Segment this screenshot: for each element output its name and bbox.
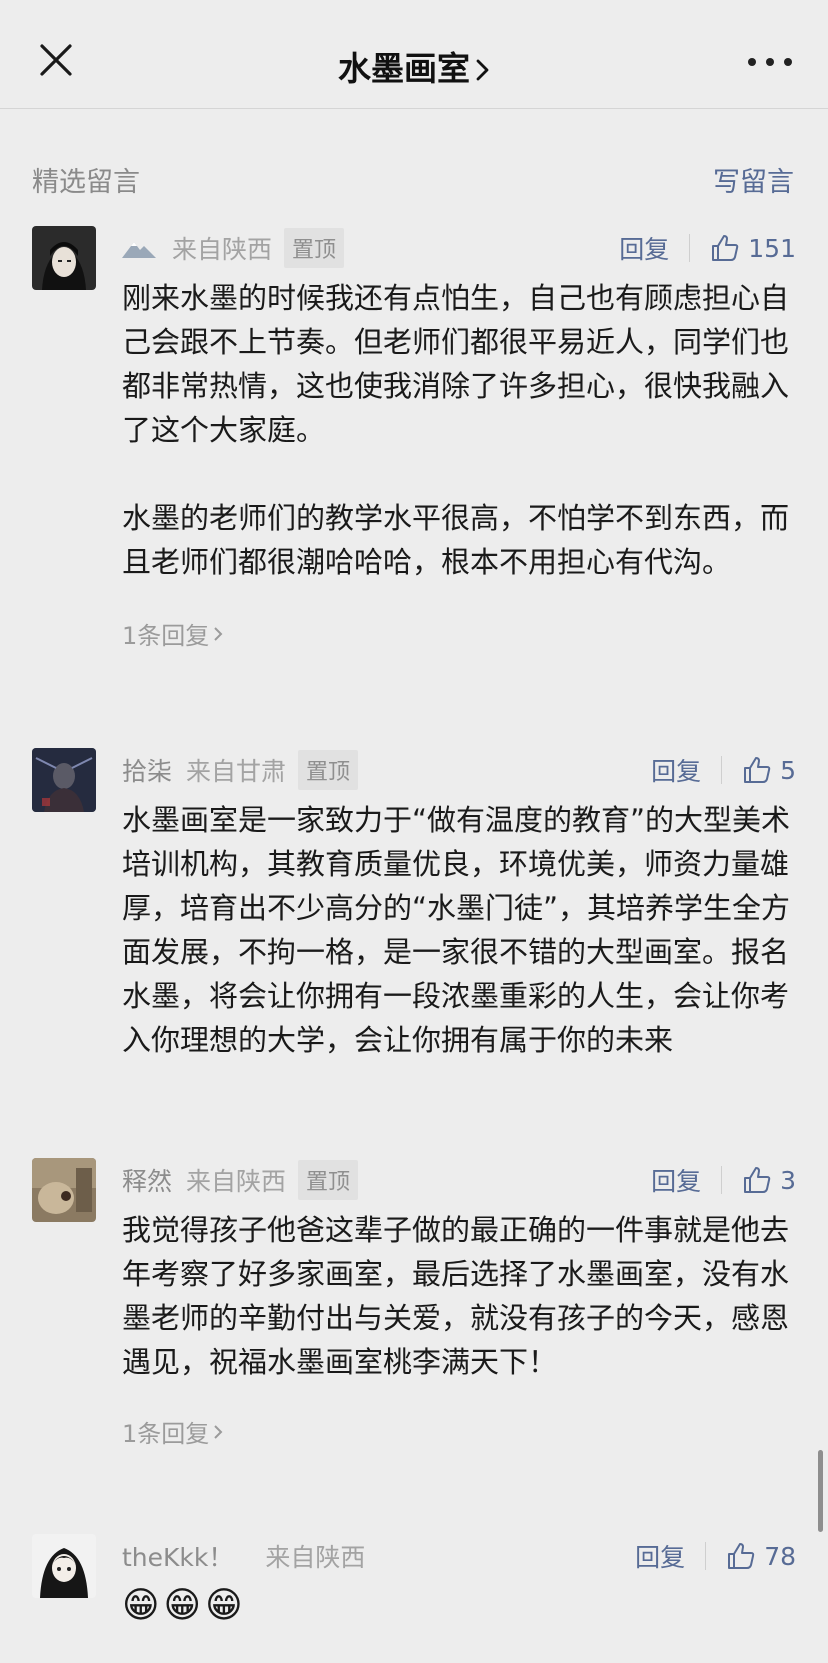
more-options-button[interactable] — [748, 56, 792, 70]
like-button[interactable]: 151 — [710, 233, 796, 263]
avatar[interactable] — [32, 1534, 96, 1598]
like-count: 3 — [780, 1165, 796, 1195]
comment-actions: 回复 78 — [635, 1534, 796, 1578]
page-title: 水墨画室 — [338, 49, 470, 88]
comment-emoji-row: 😁 😁 😁 — [122, 1586, 243, 1626]
reply-button[interactable]: 回复 — [651, 752, 701, 788]
like-count: 151 — [748, 233, 796, 263]
thumbs-up-icon — [712, 235, 739, 261]
more-dots-icon — [748, 58, 756, 66]
thumbs-up-icon — [728, 1543, 755, 1569]
reply-button[interactable]: 回复 — [619, 230, 669, 266]
comment-meta: 释然 来自陕西 置顶 — [122, 1158, 359, 1202]
more-dot — [766, 58, 774, 66]
comment-nickname: theKkk！ — [122, 1543, 234, 1572]
comment-item: 拾柒 来自甘肃 置顶 回复 5 水墨画室是一家致力于“做有温度的教育”的大型美术… — [32, 748, 796, 1108]
avatar[interactable] — [32, 226, 96, 290]
comment-actions: 回复 151 — [619, 226, 796, 270]
grin-emoji: 😁 — [205, 1585, 243, 1626]
avatar[interactable] — [32, 1158, 96, 1222]
reply-button[interactable]: 回复 — [651, 1162, 701, 1198]
view-replies-link[interactable]: 1条回复 — [122, 616, 223, 651]
like-button[interactable]: 3 — [742, 1165, 796, 1195]
comment-item: theKkk！ 来自陕西 回复 78 😁 😁 😁 — [32, 1534, 796, 1654]
avatar[interactable] — [32, 748, 96, 812]
comment-text: 水墨画室是一家致力于“做有温度的教育”的大型美术培训机构，其教育质量优良，环境优… — [122, 803, 791, 1057]
like-count: 5 — [780, 755, 796, 785]
divider — [689, 234, 691, 262]
comment-text: 刚来水墨的时候我还有点怕生，自己也有顾虑担心自己会跟不上节奏。但老师们都很平易近… — [122, 281, 790, 579]
reply-button[interactable]: 回复 — [635, 1538, 685, 1574]
comment-text: 我觉得孩子他爸这辈子做的最正确的一件事就是他去年考察了好多家画室，最后选择了水墨… — [122, 1213, 790, 1379]
comment-actions: 回复 5 — [651, 748, 796, 792]
comment-actions: 回复 3 — [651, 1158, 796, 1202]
top-nav-bar: 水墨画室 — [0, 0, 828, 109]
divider — [705, 1542, 707, 1570]
thumbs-up-icon — [744, 757, 771, 783]
comment-nickname: 释然 — [122, 1167, 173, 1196]
mountain-icon — [122, 238, 156, 258]
chevron-right-icon — [214, 1424, 223, 1439]
pinned-badge: 置顶 — [298, 1160, 359, 1200]
grin-emoji: 😁 — [163, 1585, 202, 1626]
replies-count: 1条回复 — [122, 1420, 210, 1448]
divider — [721, 756, 723, 784]
chevron-right-icon — [476, 51, 490, 90]
featured-comments-label: 精选留言 — [32, 167, 140, 198]
thumbs-up-icon — [744, 1167, 771, 1193]
scrollbar[interactable] — [818, 1450, 823, 1532]
grin-emoji: 😁 — [122, 1585, 160, 1626]
comment-location: 来自陕西 — [172, 235, 273, 264]
like-button[interactable]: 78 — [726, 1541, 796, 1571]
view-replies-link[interactable]: 1条回复 — [122, 1414, 223, 1449]
more-dot — [784, 58, 792, 66]
comment-item: 来自陕西 置顶 回复 151 刚来水墨的时候我还有点怕生，自己也有顾虑担心自己会… — [32, 226, 796, 656]
comment-nickname: 拾柒 — [122, 757, 173, 786]
pinned-badge: 置顶 — [284, 228, 345, 268]
comment-meta: 拾柒 来自甘肃 置顶 — [122, 748, 359, 792]
comment-meta: theKkk！ 来自陕西 — [122, 1534, 365, 1578]
like-button[interactable]: 5 — [742, 755, 796, 785]
comment-meta: 来自陕西 置顶 — [122, 226, 345, 270]
comment-location: 来自甘肃 — [186, 757, 287, 786]
chevron-right-icon — [214, 626, 223, 641]
comment-location: 来自陕西 — [186, 1167, 287, 1196]
replies-count: 1条回复 — [122, 622, 210, 650]
pinned-badge: 置顶 — [298, 750, 359, 790]
like-count: 78 — [764, 1541, 796, 1571]
account-title-link[interactable]: 水墨画室 — [0, 42, 828, 90]
divider — [721, 1166, 723, 1194]
comment-item: 释然 来自陕西 置顶 回复 3 我觉得孩子他爸这辈子做的最正确的一件事就是他去年… — [32, 1158, 796, 1448]
write-comment-button[interactable]: 写留言 — [713, 160, 794, 199]
comment-location: 来自陕西 — [265, 1543, 366, 1572]
